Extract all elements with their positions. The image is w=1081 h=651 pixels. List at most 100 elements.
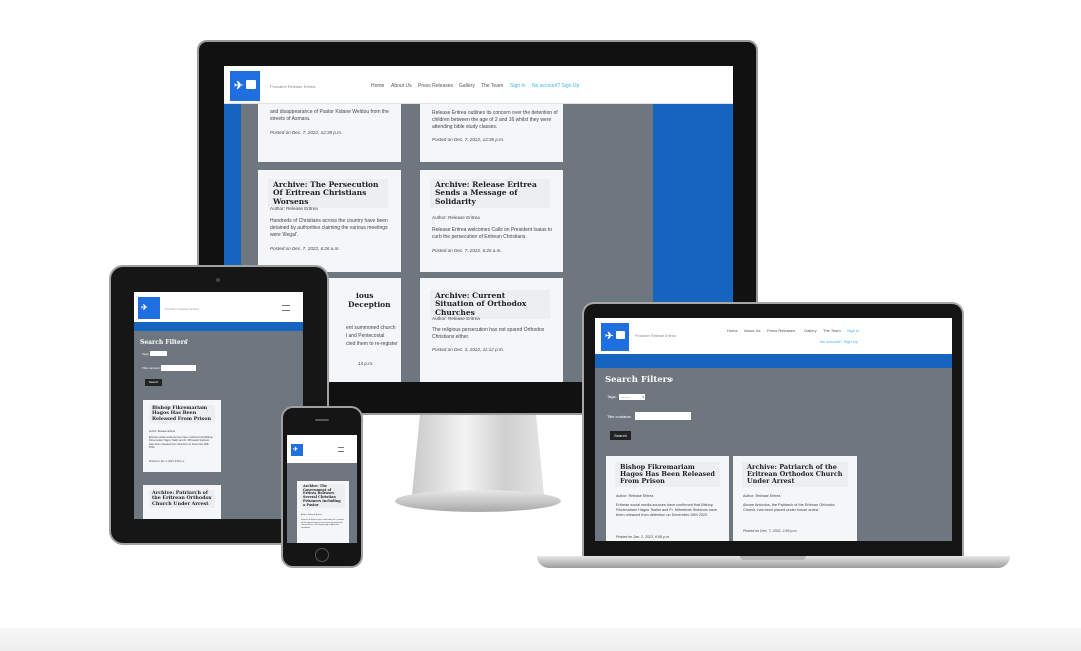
card-author: Author: Release Eritrea xyxy=(616,494,654,498)
nav-gallery[interactable]: Gallery xyxy=(459,83,475,89)
search-heading: Search Filters xyxy=(140,339,188,346)
card-excerpt-fragment: ent summoned church xyxy=(346,325,396,331)
card-excerpt: and disappearance of Pastor Kidane Weldo… xyxy=(270,109,389,122)
tags-select[interactable]: --------- ▾ xyxy=(619,394,645,400)
card-author: Author: Release Eritrea xyxy=(432,316,480,321)
phone-home-button xyxy=(315,548,329,562)
card-title[interactable]: Archive: Release Eritrea Sends a Message… xyxy=(430,179,550,208)
title-contains-input[interactable] xyxy=(635,412,691,420)
site-brand: Proclaim! Release Eritrea xyxy=(270,84,316,89)
title-contains-label: Title contains: xyxy=(607,414,632,419)
search-icon: ⌕ xyxy=(185,338,189,344)
card-author: Author: Release Eritrea xyxy=(432,215,480,220)
desktop-card-top-left[interactable]: and disappearance of Pastor Kidane Weldo… xyxy=(258,104,401,162)
card-posted: 14 p.m. xyxy=(358,361,374,366)
tags-select[interactable] xyxy=(150,351,167,356)
desktop-card-bot-right[interactable]: Archive: Current Situation of Orthodox C… xyxy=(420,278,563,382)
phone-header: ✈ xyxy=(287,435,357,463)
card-posted: Posted on Dec. 7, 2022, 12:35 p.m. xyxy=(432,137,505,142)
laptop-accent-bar xyxy=(595,354,952,368)
site-logo[interactable]: ✈ xyxy=(138,297,160,319)
card-title[interactable]: Archive: Current Situation of Orthodox C… xyxy=(430,290,550,319)
nav-gallery[interactable]: Gallery xyxy=(804,328,817,333)
laptop-card-1[interactable]: Bishop Fikremariam Hagos Has Been Releas… xyxy=(606,456,729,541)
tablet-accent-bar xyxy=(134,322,303,331)
phone-screen: ✈ Archive: The Government of Eritrea Rel… xyxy=(287,435,357,543)
card-excerpt: Release Eritrea welcomes Calls on Presid… xyxy=(432,227,553,240)
card-author: Author: Release Eritrea xyxy=(301,514,322,516)
card-excerpt-fragment: cted them to re-register xyxy=(346,341,398,347)
card-title[interactable]: Archive: Patriarch of the Eritrean Ortho… xyxy=(149,490,215,508)
card-title[interactable]: Archive: Patriarch of the Eritrean Ortho… xyxy=(742,462,848,488)
card-author: Author: Release Eritrea xyxy=(149,430,175,433)
title-contains-input[interactable] xyxy=(161,365,196,371)
laptop-notch xyxy=(740,556,806,560)
search-button[interactable]: Search xyxy=(610,431,631,440)
dove-logo-icon: ✈ xyxy=(234,80,244,92)
nav-home[interactable]: Home xyxy=(371,83,384,89)
laptop-header: ✈ Proclaim! Release Eritrea Home About U… xyxy=(595,318,952,354)
tablet-card-2[interactable]: Archive: Patriarch of the Eritrean Ortho… xyxy=(143,485,221,519)
desktop-card-mid-left[interactable]: Archive: The Persecution Of Eritrean Chr… xyxy=(258,170,401,272)
monitor-neck xyxy=(412,415,544,495)
desktop-card-top-right[interactable]: Release Eritrea outlines its concern ove… xyxy=(420,104,563,162)
laptop-screen: ✈ Proclaim! Release Eritrea Home About U… xyxy=(595,318,952,541)
card-posted: Posted on Dec. 7, 2022, 6:26 a.m. xyxy=(432,248,502,253)
logo-badge xyxy=(616,331,625,339)
search-heading: Search Filters xyxy=(605,375,672,385)
dove-logo-icon: ✈ xyxy=(605,331,614,342)
card-title[interactable]: Bishop Fikremariam Hagos Has Been Releas… xyxy=(615,462,720,488)
card-posted: Posted on Jan. 2, 2023, 6:58 p.m. xyxy=(149,460,185,463)
card-title[interactable]: Archive: The Persecution Of Eritrean Chr… xyxy=(268,179,388,208)
nav-team[interactable]: The Team xyxy=(481,83,503,89)
card-posted: Posted on Dec. 7, 2022, 6:26 a.m. xyxy=(270,246,340,251)
nav-press-releases[interactable]: Press Releases xyxy=(767,328,795,333)
nav-home[interactable]: Home xyxy=(727,328,738,333)
site-logo[interactable]: ✈ xyxy=(291,444,303,456)
card-author: Author: Release Eritrea xyxy=(743,494,781,498)
card-posted: Posted on Jan. 2, 2023, 6:58 p.m. xyxy=(616,535,670,539)
desktop-card-mid-right[interactable]: Archive: Release Eritrea Sends a Message… xyxy=(420,170,563,272)
card-excerpt: Eritrean social media sources have confi… xyxy=(149,436,213,450)
laptop-card-2[interactable]: Archive: Patriarch of the Eritrean Ortho… xyxy=(733,456,857,541)
nav-about[interactable]: About Us xyxy=(391,83,412,89)
nav-sign-up[interactable]: No account? Sign Up xyxy=(820,339,858,344)
card-excerpt: Sources in Eritrea have confirmed that a… xyxy=(301,519,345,530)
nav-press-releases[interactable]: Press Releases xyxy=(418,83,453,89)
hamburger-menu-icon[interactable] xyxy=(282,305,290,311)
phone-earpiece xyxy=(315,419,329,421)
nav-team[interactable]: The Team xyxy=(823,328,841,333)
card-title[interactable]: Bishop Fikremariam Hagos Has Been Releas… xyxy=(149,405,215,423)
monitor-base xyxy=(395,490,561,512)
card-excerpt: Release Eritrea outlines its concern ove… xyxy=(432,110,558,130)
chevron-down-icon: ▾ xyxy=(642,395,644,399)
tablet-card-1[interactable]: Bishop Fikremariam Hagos Has Been Releas… xyxy=(143,400,221,472)
desktop-header: ✈ Proclaim! Release Eritrea Home About U… xyxy=(224,66,733,104)
card-posted: Posted on Dec. 7, 2022, 12:39 p.m. xyxy=(270,130,343,135)
phone-card[interactable]: Archive: The Government of Eritrea Relea… xyxy=(297,481,349,543)
search-button[interactable]: Search xyxy=(145,379,162,386)
card-excerpt: Abune Antonios, the Patriarch of the Eri… xyxy=(743,503,835,513)
tablet-camera xyxy=(216,278,220,282)
card-title-fragment: ious xyxy=(356,291,374,300)
site-brand: Proclaim! Release Eritrea xyxy=(635,334,676,338)
tags-label: Tags: xyxy=(607,394,617,399)
card-title[interactable]: Archive: The Government of Eritrea Relea… xyxy=(301,484,345,509)
card-posted: Posted on Dec. 3, 2022, 11:12 p.m. xyxy=(432,347,504,352)
hamburger-menu-icon[interactable] xyxy=(338,447,344,452)
logo-badge xyxy=(246,80,256,89)
nav-sign-up[interactable]: No account? Sign Up xyxy=(532,83,579,89)
card-posted: Posted on Dec. 7, 2022, 2:59 p.m. xyxy=(743,529,798,533)
search-icon: ⌕ xyxy=(669,374,675,384)
nav-sign-in[interactable]: Sign In xyxy=(847,328,859,333)
site-logo[interactable]: ✈ xyxy=(230,71,260,101)
card-excerpt-fragment: l and Pentecostal xyxy=(346,333,385,339)
dove-logo-icon: ✈ xyxy=(293,447,299,453)
tags-select-value: --------- xyxy=(621,395,630,399)
nav-about[interactable]: About Us xyxy=(744,328,760,333)
nav-sign-in[interactable]: Sign In xyxy=(510,83,526,89)
site-logo[interactable]: ✈ xyxy=(601,323,629,351)
dove-logo-icon: ✈ xyxy=(141,303,148,312)
title-contains-label: Title contains: xyxy=(142,366,161,370)
card-title-fragment: Deception xyxy=(348,300,391,309)
